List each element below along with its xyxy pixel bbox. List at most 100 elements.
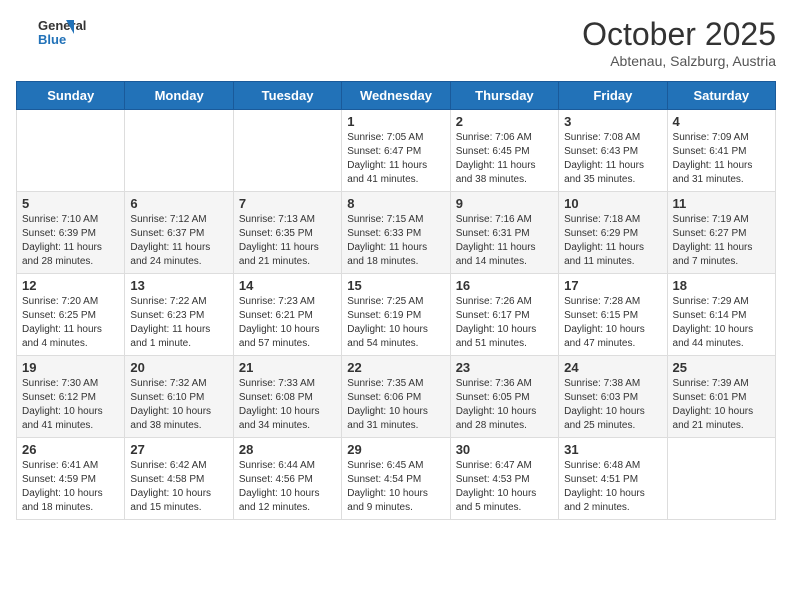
day-number: 8 [347,196,444,211]
day-number: 7 [239,196,336,211]
day-number: 26 [22,442,119,457]
calendar-table: SundayMondayTuesdayWednesdayThursdayFrid… [16,81,776,520]
calendar-cell: 2 Sunrise: 7:06 AM Sunset: 6:45 PM Daylig… [450,110,558,192]
day-info: Sunrise: 7:05 AM Sunset: 6:47 PM Dayligh… [347,131,444,187]
calendar-cell: 9 Sunrise: 7:16 AM Sunset: 6:31 PM Daylig… [450,192,558,274]
day-number: 1 [347,114,444,129]
day-info: Sunrise: 7:28 AM Sunset: 6:15 PM Dayligh… [564,295,661,351]
day-number: 21 [239,360,336,375]
day-info: Sunrise: 6:48 AM Sunset: 4:51 PM Dayligh… [564,459,661,515]
day-info: Sunrise: 7:30 AM Sunset: 6:12 PM Dayligh… [22,377,119,433]
calendar-cell: 26 Sunrise: 6:41 AM Sunset: 4:59 PM Dayli… [17,438,125,520]
day-info: Sunrise: 7:32 AM Sunset: 6:10 PM Dayligh… [130,377,227,433]
day-info: Sunrise: 6:47 AM Sunset: 4:53 PM Dayligh… [456,459,553,515]
day-info: Sunrise: 6:42 AM Sunset: 4:58 PM Dayligh… [130,459,227,515]
day-number: 17 [564,278,661,293]
week-row-3: 12Sunrise: 7:20 AM Sunset: 6:25 PM Dayli… [17,274,776,356]
calendar-cell: 3 Sunrise: 7:08 AM Sunset: 6:43 PM Daylig… [559,110,667,192]
day-info: Sunrise: 7:20 AM Sunset: 6:25 PM Dayligh… [22,295,119,351]
svg-text:General: General [38,18,86,33]
page-header: General Blue October 2025 Abtenau, Salzb… [16,16,776,69]
day-number: 19 [22,360,119,375]
day-info: Sunrise: 6:44 AM Sunset: 4:56 PM Dayligh… [239,459,336,515]
day-info: Sunrise: 6:41 AM Sunset: 4:59 PM Dayligh… [22,459,119,515]
day-number: 25 [673,360,770,375]
logo-icon: General Blue [16,16,96,52]
day-info: Sunrise: 6:45 AM Sunset: 4:54 PM Dayligh… [347,459,444,515]
day-info: Sunrise: 7:13 AM Sunset: 6:35 PM Dayligh… [239,213,336,269]
day-info: Sunrise: 7:09 AM Sunset: 6:41 PM Dayligh… [673,131,770,187]
day-number: 3 [564,114,661,129]
day-info: Sunrise: 7:12 AM Sunset: 6:37 PM Dayligh… [130,213,227,269]
day-number: 14 [239,278,336,293]
day-info: Sunrise: 7:19 AM Sunset: 6:27 PM Dayligh… [673,213,770,269]
day-number: 4 [673,114,770,129]
day-info: Sunrise: 7:16 AM Sunset: 6:31 PM Dayligh… [456,213,553,269]
day-number: 11 [673,196,770,211]
calendar-cell: 31 Sunrise: 6:48 AM Sunset: 4:51 PM Dayli… [559,438,667,520]
calendar-cell: 21 Sunrise: 7:33 AM Sunset: 6:08 PM Dayli… [233,356,341,438]
day-info: Sunrise: 7:15 AM Sunset: 6:33 PM Dayligh… [347,213,444,269]
day-info: Sunrise: 7:36 AM Sunset: 6:05 PM Dayligh… [456,377,553,433]
weekday-header-tuesday: Tuesday [233,82,341,110]
day-info: Sunrise: 7:29 AM Sunset: 6:14 PM Dayligh… [673,295,770,351]
location: Abtenau, Salzburg, Austria [582,53,776,69]
day-info: Sunrise: 7:23 AM Sunset: 6:21 PM Dayligh… [239,295,336,351]
calendar-cell: 17 Sunrise: 7:28 AM Sunset: 6:15 PM Dayli… [559,274,667,356]
day-number: 2 [456,114,553,129]
day-number: 20 [130,360,227,375]
day-info: Sunrise: 7:22 AM Sunset: 6:23 PM Dayligh… [130,295,227,351]
weekday-header-row: SundayMondayTuesdayWednesdayThursdayFrid… [17,82,776,110]
day-number: 10 [564,196,661,211]
day-info: Sunrise: 7:38 AM Sunset: 6:03 PM Dayligh… [564,377,661,433]
day-info: Sunrise: 7:06 AM Sunset: 6:45 PM Dayligh… [456,131,553,187]
calendar-cell [125,110,233,192]
weekday-header-thursday: Thursday [450,82,558,110]
week-row-2: 5Sunrise: 7:10 AM Sunset: 6:39 PM Daylig… [17,192,776,274]
day-info: Sunrise: 7:39 AM Sunset: 6:01 PM Dayligh… [673,377,770,433]
day-number: 28 [239,442,336,457]
calendar-cell [233,110,341,192]
weekday-header-saturday: Saturday [667,82,775,110]
day-info: Sunrise: 7:33 AM Sunset: 6:08 PM Dayligh… [239,377,336,433]
calendar-cell: 4 Sunrise: 7:09 AM Sunset: 6:41 PM Daylig… [667,110,775,192]
calendar-cell: 16 Sunrise: 7:26 AM Sunset: 6:17 PM Dayli… [450,274,558,356]
day-number: 30 [456,442,553,457]
calendar-cell [667,438,775,520]
day-info: Sunrise: 7:08 AM Sunset: 6:43 PM Dayligh… [564,131,661,187]
calendar-cell: 1 Sunrise: 7:05 AM Sunset: 6:47 PM Daylig… [342,110,450,192]
day-number: 6 [130,196,227,211]
day-number: 27 [130,442,227,457]
day-number: 31 [564,442,661,457]
day-number: 9 [456,196,553,211]
day-number: 23 [456,360,553,375]
calendar-cell: 10Sunrise: 7:18 AM Sunset: 6:29 PM Dayli… [559,192,667,274]
month-title: October 2025 [582,16,776,53]
calendar-cell: 29Sunrise: 6:45 AM Sunset: 4:54 PM Dayli… [342,438,450,520]
calendar-cell: 14 Sunrise: 7:23 AM Sunset: 6:21 PM Dayli… [233,274,341,356]
calendar-cell: 5Sunrise: 7:10 AM Sunset: 6:39 PM Daylig… [17,192,125,274]
calendar-cell: 6 Sunrise: 7:12 AM Sunset: 6:37 PM Daylig… [125,192,233,274]
calendar-cell: 7 Sunrise: 7:13 AM Sunset: 6:35 PM Daylig… [233,192,341,274]
svg-text:Blue: Blue [38,32,66,47]
week-row-4: 19 Sunrise: 7:30 AM Sunset: 6:12 PM Dayli… [17,356,776,438]
day-number: 24 [564,360,661,375]
calendar-cell: 24 Sunrise: 7:38 AM Sunset: 6:03 PM Dayli… [559,356,667,438]
day-number: 18 [673,278,770,293]
week-row-1: 1 Sunrise: 7:05 AM Sunset: 6:47 PM Daylig… [17,110,776,192]
calendar-cell: 22 Sunrise: 7:35 AM Sunset: 6:06 PM Dayli… [342,356,450,438]
day-number: 16 [456,278,553,293]
day-info: Sunrise: 7:35 AM Sunset: 6:06 PM Dayligh… [347,377,444,433]
calendar-cell: 25 Sunrise: 7:39 AM Sunset: 6:01 PM Dayli… [667,356,775,438]
day-number: 13 [130,278,227,293]
day-number: 15 [347,278,444,293]
day-info: Sunrise: 7:25 AM Sunset: 6:19 PM Dayligh… [347,295,444,351]
day-info: Sunrise: 7:26 AM Sunset: 6:17 PM Dayligh… [456,295,553,351]
calendar-cell [17,110,125,192]
weekday-header-monday: Monday [125,82,233,110]
calendar-cell: 28 Sunrise: 6:44 AM Sunset: 4:56 PM Dayli… [233,438,341,520]
day-number: 22 [347,360,444,375]
week-row-5: 26 Sunrise: 6:41 AM Sunset: 4:59 PM Dayli… [17,438,776,520]
calendar-cell: 20 Sunrise: 7:32 AM Sunset: 6:10 PM Dayli… [125,356,233,438]
weekday-header-sunday: Sunday [17,82,125,110]
